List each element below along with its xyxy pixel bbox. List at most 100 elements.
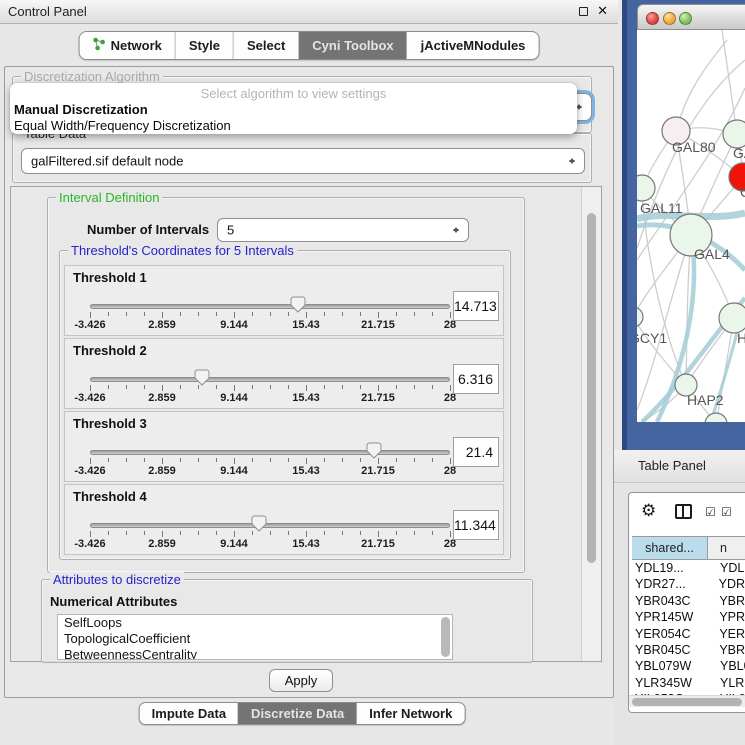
- slider-thumb[interactable]: [366, 442, 382, 459]
- table-row[interactable]: YLR345WYLR3: [632, 676, 745, 692]
- threshold-value-field[interactable]: 21.4: [453, 437, 499, 467]
- tick-mark: [270, 385, 271, 389]
- column-header-name[interactable]: n: [708, 537, 745, 559]
- tick-label: 9.144: [220, 538, 248, 550]
- tab-infer-network[interactable]: Infer Network: [356, 703, 464, 724]
- tick-mark: [396, 385, 397, 389]
- network-edge-thick[interactable]: [711, 332, 737, 422]
- slider-track[interactable]: [90, 523, 450, 528]
- attribute-item[interactable]: TopologicalCoefficient: [58, 631, 452, 647]
- table-row[interactable]: YDR27...YDR2: [632, 577, 745, 593]
- tick-mark: [324, 531, 325, 535]
- tick-mark: [198, 458, 199, 462]
- tab-jactivemnodules[interactable]: jActiveMNodules: [407, 32, 539, 59]
- threshold-label: Threshold 3: [73, 416, 147, 431]
- minimize-traffic-light-icon[interactable]: [663, 12, 676, 25]
- close-traffic-light-icon[interactable]: [646, 12, 659, 25]
- apply-button[interactable]: Apply: [269, 669, 333, 692]
- settings-panel: Interval Definition Number of Intervals …: [10, 186, 602, 662]
- table-hscrollbar-thumb[interactable]: [632, 698, 742, 706]
- attribute-item[interactable]: BetweennessCentrality: [58, 647, 452, 660]
- tick-label: 21.715: [361, 465, 395, 477]
- network-node[interactable]: [637, 307, 643, 327]
- tab-label: Cyni Toolbox: [312, 38, 393, 53]
- tab-network[interactable]: Network: [80, 32, 175, 59]
- zoom-traffic-light-icon[interactable]: [679, 12, 692, 25]
- tab-discretize-data[interactable]: Discretize Data: [238, 703, 356, 724]
- tick-mark: [108, 531, 109, 535]
- slider-track[interactable]: [90, 377, 450, 382]
- tick-mark: [360, 531, 361, 535]
- split-columns-icon[interactable]: [675, 504, 692, 519]
- list-scrollbar-thumb[interactable]: [441, 617, 450, 657]
- table-panel-body: ⚙ ☑ ☑ shared... n YDL19...YDL1YDR27...YD…: [614, 483, 745, 745]
- network-node[interactable]: [637, 175, 655, 201]
- tab-cyni-toolbox[interactable]: Cyni Toolbox: [298, 32, 406, 59]
- cell-name: YDR2: [707, 577, 745, 593]
- tick-label: 21.715: [361, 319, 395, 331]
- table-row[interactable]: YER054CYER0: [632, 627, 745, 643]
- cell-shared-name: YPR145W: [632, 610, 707, 626]
- table-row[interactable]: YPR145WYPR1: [632, 610, 745, 626]
- panel-title: Control Panel: [8, 4, 87, 19]
- tick-label: 2.859: [148, 392, 176, 404]
- dropdown-option[interactable]: Equal Width/Frequency Discretization: [14, 118, 231, 133]
- number-of-intervals-combobox[interactable]: 5: [217, 218, 469, 242]
- tick-mark: [288, 385, 289, 389]
- table-panel-title: Table Panel: [638, 458, 706, 473]
- tick-mark: [216, 385, 217, 389]
- network-window-titlebar[interactable]: [637, 4, 745, 30]
- network-canvas[interactable]: GAL80GACGAL11GAL4GCY1HHAP2: [637, 30, 745, 422]
- tab-impute-data[interactable]: Impute Data: [140, 703, 238, 724]
- tick-mark: [342, 385, 343, 389]
- column-header-shared-name[interactable]: shared...: [632, 537, 708, 559]
- cell-name: YER0: [707, 627, 745, 643]
- tick-mark: [288, 531, 289, 535]
- table-data-combobox-value: galFiltered.sif default node: [31, 154, 183, 169]
- table-row[interactable]: YBL079WYBL0: [632, 659, 745, 675]
- checkbox-icon[interactable]: ☑: [705, 505, 716, 519]
- attribute-item[interactable]: SelfLoops: [58, 615, 452, 631]
- control-panel-titlebar: Control Panel ✕: [0, 0, 618, 24]
- tab-select[interactable]: Select: [233, 32, 298, 59]
- gear-icon[interactable]: ⚙: [641, 501, 656, 521]
- tick-label: 2.859: [148, 465, 176, 477]
- network-node[interactable]: [723, 120, 745, 148]
- panel-scrollbar-thumb[interactable]: [587, 213, 596, 563]
- table-row[interactable]: YDL19...YDL1: [632, 561, 745, 577]
- table-row[interactable]: YBR043CYBR0: [632, 594, 745, 610]
- dropdown-option[interactable]: Manual Discretization: [14, 102, 148, 117]
- combo-arrows-icon: [453, 223, 460, 237]
- node-label: GAL11: [640, 200, 683, 216]
- table-data-combobox[interactable]: galFiltered.sif default node: [21, 148, 585, 174]
- close-icon[interactable]: ✕: [597, 3, 608, 19]
- tick-mark: [216, 458, 217, 462]
- tick-mark: [324, 385, 325, 389]
- panel-scrollbar[interactable]: [581, 187, 601, 661]
- tick-mark: [450, 458, 451, 464]
- tick-label: 9.144: [220, 465, 248, 477]
- numerical-attributes-label: Numerical Attributes: [50, 594, 177, 609]
- tick-label: -3.426: [74, 319, 105, 331]
- slider-track[interactable]: [90, 450, 450, 455]
- threshold-value-field[interactable]: 14.713: [453, 291, 499, 321]
- slider-thumb[interactable]: [290, 296, 306, 313]
- threshold-value-field[interactable]: 6.316: [453, 364, 499, 394]
- float-icon[interactable]: [579, 7, 588, 16]
- table-hscrollbar[interactable]: [629, 695, 745, 707]
- slider-thumb[interactable]: [251, 515, 267, 532]
- tab-style[interactable]: Style: [175, 32, 233, 59]
- table-row[interactable]: YBR045CYBR0: [632, 643, 745, 659]
- network-graph[interactable]: GAL80GACGAL11GAL4GCY1HHAP2: [637, 30, 745, 422]
- network-node[interactable]: [719, 303, 745, 333]
- checkbox-icon[interactable]: ☑: [721, 505, 732, 519]
- tick-mark: [162, 531, 163, 537]
- bottom-tab-bar: Impute DataDiscretize DataInfer Network: [139, 702, 466, 725]
- slider-thumb[interactable]: [194, 369, 210, 386]
- threshold-value-field[interactable]: 11.344: [453, 510, 499, 540]
- tick-label: 2.859: [148, 538, 176, 550]
- numerical-attributes-list[interactable]: SelfLoopsTopologicalCoefficientBetweenne…: [57, 614, 453, 660]
- tick-mark: [324, 458, 325, 462]
- slider-track[interactable]: [90, 304, 450, 309]
- tick-mark: [108, 385, 109, 389]
